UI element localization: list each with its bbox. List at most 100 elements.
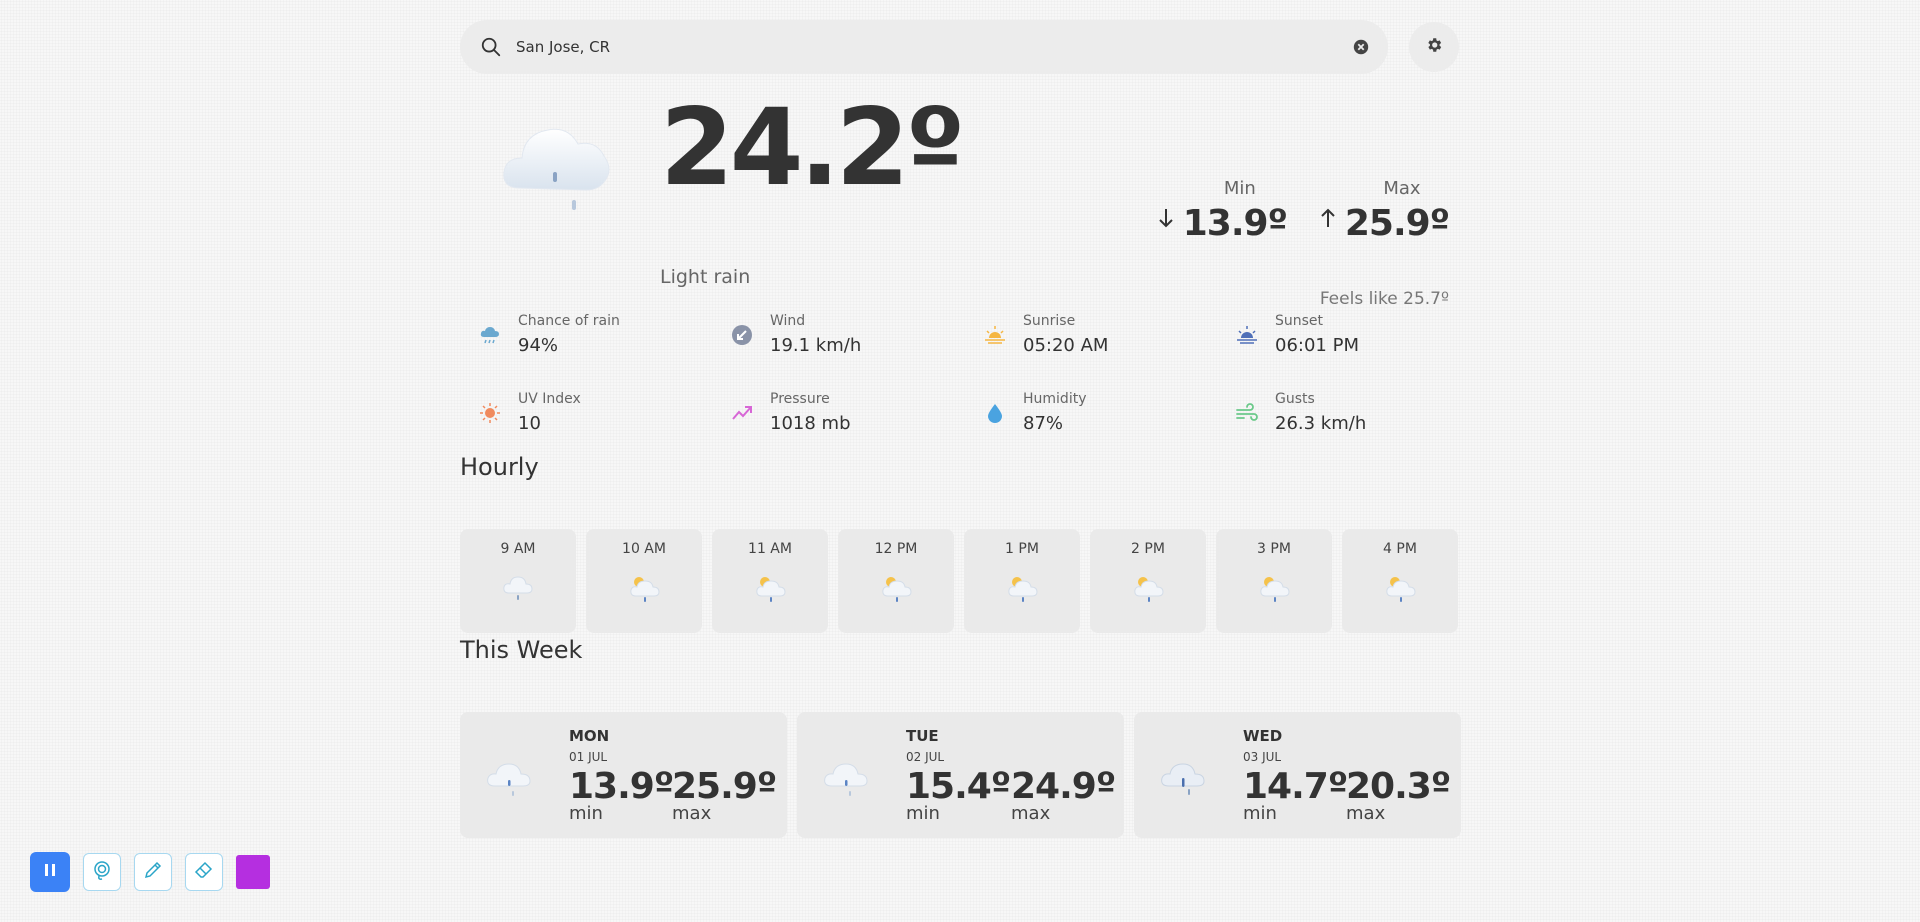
hourly-title: Hourly (460, 453, 539, 481)
day-min-value: 14.7º (1243, 766, 1348, 807)
stat-label: Chance of rain (518, 313, 620, 329)
day-max: 25.9º max (672, 766, 777, 824)
day-min: 13.9º min (569, 767, 674, 824)
day-name: WED (1243, 727, 1283, 745)
weekly-forecast: MON 01 JUL 13.9º min 25.9º max TUE 02 JU… (460, 712, 1461, 838)
stat-humidity: Humidity 87% (983, 391, 1086, 434)
condition-text: Light rain (660, 266, 751, 288)
min-max: Min 13.9º Max 25.9º (1125, 178, 1450, 244)
hour-label: 2 PM (1131, 541, 1165, 557)
day-min: 14.7º min (1243, 766, 1348, 824)
day-max-value: 20.3º (1346, 766, 1451, 807)
stat-label: Gusts (1275, 391, 1315, 407)
min-label: Min (1223, 178, 1256, 199)
droplet-icon (983, 401, 1007, 425)
stat-sunrise: Sunrise 05:20 AM (983, 313, 1108, 356)
pencil-button[interactable] (134, 853, 172, 891)
hour-card[interactable]: 12 PM (838, 529, 954, 633)
search-bar[interactable] (460, 20, 1388, 74)
settings-button[interactable] (1409, 22, 1459, 72)
hour-card[interactable]: 2 PM (1090, 529, 1206, 633)
hour-card[interactable]: 9 AM (460, 529, 576, 633)
pencil-icon (143, 860, 163, 884)
cloud-rain-icon (498, 110, 618, 222)
sun-icon (478, 401, 502, 425)
day-card[interactable]: WED 03 JUL 14.7º min 20.3º max (1134, 712, 1461, 838)
stat-value: 06:01 PM (1275, 335, 1359, 356)
search-icon (480, 36, 502, 58)
trend-up-icon (730, 401, 754, 425)
day-card[interactable]: MON 01 JUL 13.9º min 25.9º max (460, 712, 787, 838)
hour-card[interactable]: 11 AM (712, 529, 828, 633)
current-temperature: 24.2º (660, 86, 965, 209)
stat-gusts: Gusts 26.3 km/h (1235, 391, 1366, 434)
hour-label: 12 PM (874, 541, 918, 557)
day-max: 24.9º max (1011, 766, 1116, 824)
arrow-down-icon (1157, 209, 1183, 233)
stat-sunset: Sunset 06:01 PM (1235, 313, 1359, 356)
stat-value: 10 (518, 413, 541, 434)
day-date: 03 JUL (1243, 750, 1282, 764)
hour-card[interactable]: 4 PM (1342, 529, 1458, 633)
gust-icon (1235, 401, 1259, 425)
hour-label: 9 AM (500, 541, 536, 557)
day-name: TUE (906, 727, 939, 745)
stat-value: 19.1 km/h (770, 335, 862, 356)
pause-icon (43, 862, 57, 882)
hour-card[interactable]: 3 PM (1216, 529, 1332, 633)
stat-value: 05:20 AM (1023, 335, 1109, 356)
pause-button[interactable] (30, 852, 70, 892)
hour-card[interactable]: 10 AM (586, 529, 702, 633)
week-title: This Week (460, 636, 583, 664)
cloud-heavy-rain-icon (1161, 763, 1205, 795)
eraser-icon (194, 860, 214, 884)
day-max-value: 24.9º (1011, 766, 1116, 807)
stat-label: Wind (770, 313, 806, 329)
feels-like: Feels like 25.7º (1319, 289, 1449, 309)
sun-cloud-rain-icon (1008, 577, 1038, 602)
day-date: 02 JUL (906, 750, 945, 764)
lasso-button[interactable] (83, 853, 121, 891)
sun-cloud-rain-icon (882, 577, 912, 602)
current-weather: 24.2º Light rain Min 13.9º Max 25.9º Fee… (460, 74, 1459, 309)
cloud-rain-icon (487, 763, 531, 796)
sun-cloud-rain-icon (1386, 577, 1416, 602)
drawing-toolbar (30, 852, 270, 892)
day-date: 01 JUL (569, 750, 608, 764)
sun-cloud-rain-icon (630, 577, 660, 602)
hour-card[interactable]: 1 PM (964, 529, 1080, 633)
color-swatch[interactable] (236, 855, 270, 889)
stat-uv-index: UV Index 10 (478, 391, 581, 434)
eraser-button[interactable] (185, 853, 223, 891)
day-name: MON (569, 727, 610, 745)
sunset-icon (1235, 323, 1259, 347)
stat-label: Sunset (1275, 313, 1324, 329)
stat-value: 1018 mb (770, 413, 851, 434)
sun-cloud-rain-icon (756, 577, 786, 602)
stat-label: Sunrise (1023, 313, 1076, 329)
stat-value: 26.3 km/h (1275, 413, 1367, 434)
day-min: 15.4º min (906, 766, 1011, 824)
day-card[interactable]: TUE 02 JUL 15.4º min 24.9º max (797, 712, 1124, 838)
day-min-value: 15.4º (906, 766, 1011, 807)
stat-chance-of-rain: Chance of rain 94% (478, 313, 620, 356)
weather-app: 24.2º Light rain Min 13.9º Max 25.9º (460, 20, 1461, 838)
stat-pressure: Pressure 1018 mb (730, 391, 851, 434)
hour-label: 1 PM (1005, 541, 1039, 557)
arrow-up-icon (1319, 208, 1345, 233)
wind-direction-icon (730, 323, 754, 347)
stat-wind: Wind 19.1 km/h (730, 313, 861, 356)
cloud-rain-icon (503, 576, 533, 600)
search-input[interactable] (516, 38, 1352, 56)
hour-label: 10 AM (622, 541, 666, 557)
day-max-value: 25.9º (672, 766, 777, 807)
clear-search-icon[interactable] (1352, 38, 1370, 56)
hour-label: 4 PM (1383, 541, 1417, 557)
sun-cloud-rain-icon (1134, 577, 1164, 602)
day-max: 20.3º max (1346, 766, 1451, 824)
max-label: Max (1383, 178, 1421, 199)
hour-label: 11 AM (748, 541, 792, 557)
cloud-rain-icon (824, 763, 868, 796)
max-temp: Max 25.9º (1319, 178, 1450, 244)
hourly-forecast: 9 AM 10 AM 11 AM 12 PM 1 PM 2 PM 3 PM 4 (460, 529, 1458, 633)
